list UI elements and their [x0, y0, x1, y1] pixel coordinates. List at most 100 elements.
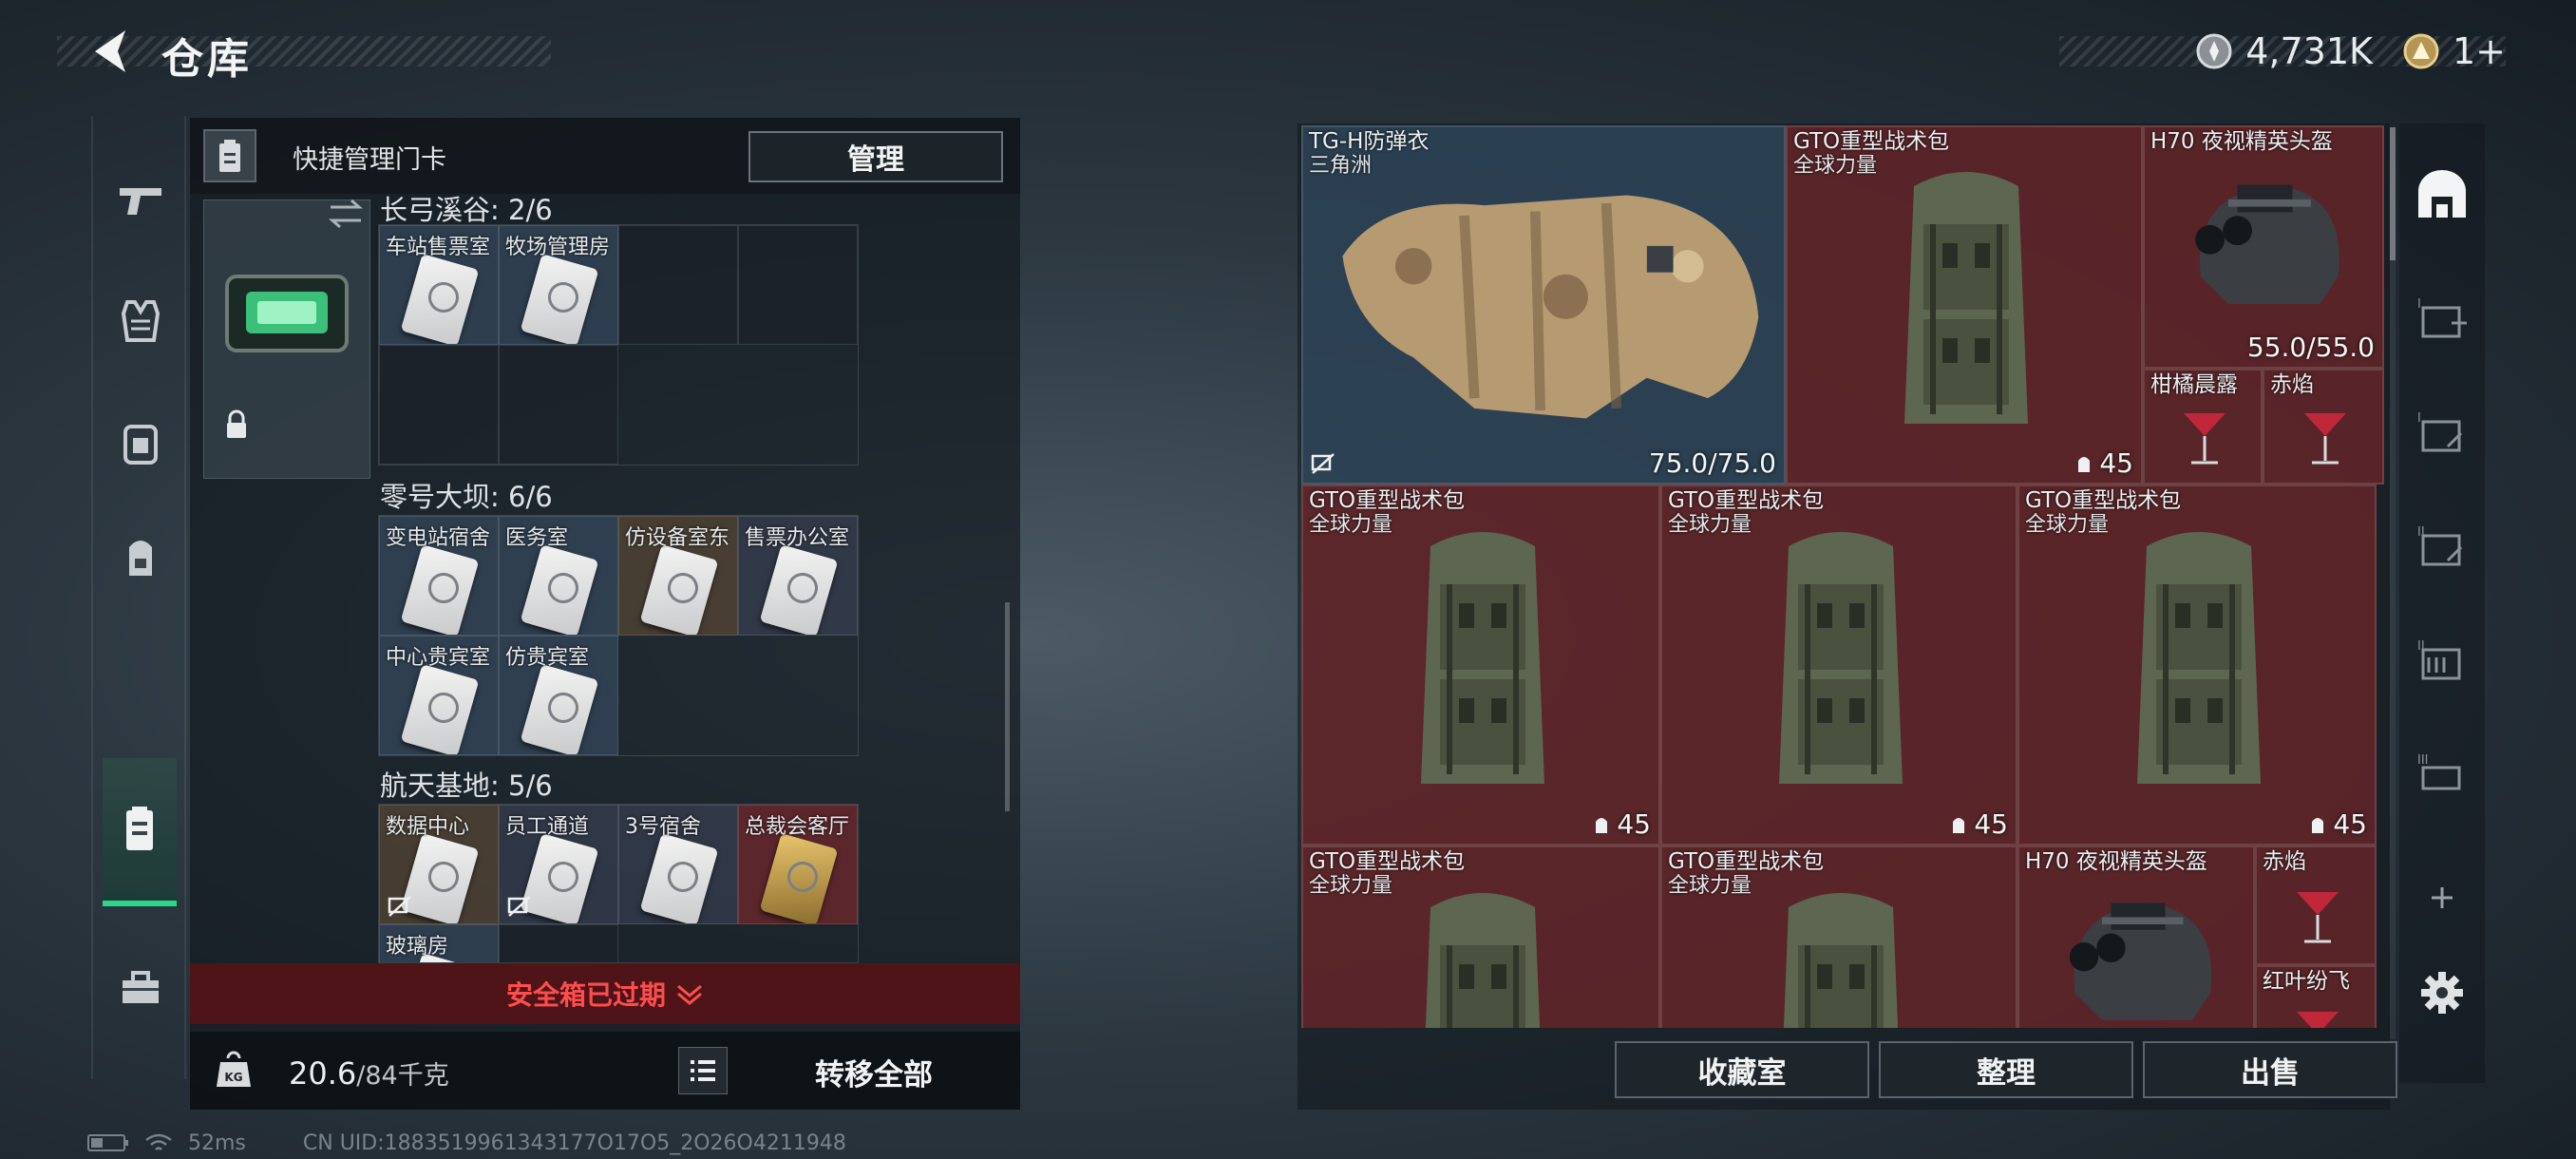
carry-weight: 20.6/84千克 — [289, 1054, 449, 1092]
item-faction: 全球力量 — [1793, 154, 1878, 178]
keycard-slot[interactable]: 医务室 — [499, 516, 618, 636]
capacity-icon — [1953, 817, 1965, 833]
keycard-image — [520, 664, 599, 754]
keycard-slot[interactable]: 仿贵宾室 — [499, 636, 618, 755]
empty-keycard-slot[interactable] — [738, 225, 858, 345]
stash-item-backpack[interactable]: GTO重型战术包 全球力量 — [1301, 846, 1660, 1028]
item-name: TG-H防弹衣 — [1309, 129, 1430, 154]
stash-item-helmet[interactable]: H70 夜视精英头盔 — [2017, 846, 2255, 1028]
night-vision-helmet-image — [2069, 902, 2212, 1020]
stash-tab-3[interactable]: II — [2409, 513, 2475, 580]
stash-item-backpack[interactable]: GTO重型战术包 全球力量 45 — [1786, 125, 2143, 484]
keycard-label: 数据中心 — [386, 815, 470, 839]
nav-keycards[interactable] — [103, 758, 177, 906]
item-name: GTO重型战术包 — [1309, 849, 1466, 874]
stash-scrollbar[interactable] — [2390, 127, 2396, 1039]
keycard-image — [759, 544, 839, 635]
item-capacity-value: 45 — [2099, 447, 2133, 479]
stash-item-cocktail[interactable]: 赤焰 — [2255, 846, 2377, 965]
stash-scroll-thumb[interactable] — [2390, 127, 2396, 260]
panel-scrollbar[interactable] — [1005, 602, 1010, 811]
svg-text:III: III — [2417, 753, 2429, 768]
keycard-slot[interactable]: 3号宿舍 — [618, 805, 738, 924]
storage-icon: II — [2417, 525, 2463, 566]
keycard-slot[interactable]: 车站售票室 — [379, 225, 499, 345]
storage-icon: I — [2417, 411, 2463, 452]
stash-tab-2[interactable]: I — [2409, 399, 2475, 466]
collection-room-button[interactable]: 收藏室 — [1615, 1041, 1869, 1098]
item-faction: 全球力量 — [1668, 513, 1752, 537]
keycard-slot[interactable]: 变电站宿舍 — [379, 516, 499, 636]
keycard-slot[interactable]: 中心贵宾室 — [379, 636, 499, 755]
list-view-button[interactable] — [678, 1047, 728, 1094]
sell-button[interactable]: 出售 — [2143, 1041, 2397, 1098]
nav-weapons[interactable] — [99, 160, 182, 243]
keycard-slot[interactable]: 数据中心 — [379, 805, 499, 924]
tactical-backpack-image — [1425, 893, 1541, 1028]
unlink-icon — [1311, 453, 1335, 474]
keycard-slot[interactable]: 仿设备室东 — [618, 516, 738, 636]
toolbox-icon — [123, 971, 159, 1003]
item-capacity-value: 45 — [1974, 808, 2008, 840]
stash-item-backpack[interactable]: GTO重型战术包 全球力量 45 — [2017, 484, 2377, 846]
nav-armor[interactable] — [99, 279, 182, 363]
sort-button[interactable]: 整理 — [1879, 1041, 2133, 1098]
item-durability: 55.0/55.0 — [2246, 332, 2375, 363]
stash-panel: TG-H防弹衣 三角洲 75.0/75.0 GTO重型战术包 全球力量 45 H70 夜视精… — [1297, 124, 2397, 1110]
empty-keycard-slot[interactable] — [499, 345, 618, 465]
keycard-label: 牧场管理房 — [505, 236, 611, 259]
arch-icon — [2418, 170, 2466, 218]
manage-button[interactable]: 管理 — [748, 131, 1003, 182]
keycard-label: 玻璃房 — [386, 935, 449, 959]
swap-icon[interactable] — [327, 198, 365, 230]
carry-weight-value: 20.6 — [289, 1055, 357, 1092]
stash-item-helmet[interactable]: H70 夜视精英头盔 55.0/55.0 — [2143, 125, 2384, 369]
stash-item-cocktail[interactable]: 柑橘晨露 — [2143, 369, 2263, 484]
lock-icon — [227, 409, 246, 438]
region-title-valley: 长弓溪谷: 2/6 — [380, 194, 553, 226]
add-stash-tab-button[interactable] — [2409, 864, 2475, 931]
stash-item-backpack[interactable]: GTO重型战术包 全球力量 45 — [1660, 484, 2017, 846]
weight-icon: KG — [217, 1051, 251, 1087]
carry-weight-max: /84千克 — [356, 1061, 449, 1091]
unlink-icon — [507, 896, 531, 917]
item-name: 赤焰 — [2263, 849, 2306, 874]
keycard-slot[interactable]: 总裁会客厅 — [738, 805, 858, 924]
keycard-slot[interactable]: 牧场管理房 — [499, 225, 618, 345]
empty-keycard-slot[interactable] — [379, 345, 499, 465]
keycard-slot[interactable]: 玻璃房 — [379, 924, 499, 962]
cocktail-image — [2184, 413, 2226, 465]
keycard-slot[interactable]: 售票办公室 — [738, 516, 858, 636]
safe-box-expired-banner[interactable]: 安全箱已过期 — [190, 963, 1020, 1024]
stash-item-cocktail[interactable]: 赤焰 — [2263, 369, 2384, 484]
keycard-case-slot[interactable] — [203, 200, 370, 479]
item-name: GTO重型战术包 — [2025, 488, 2182, 513]
keycard-slot[interactable]: 员工通道 — [499, 805, 618, 924]
stash-item-vest[interactable]: TG-H防弹衣 三角洲 75.0/75.0 — [1301, 125, 1786, 484]
currency-display[interactable]: 4,731K 1+ — [2196, 27, 2506, 76]
nav-tools[interactable] — [99, 946, 182, 1030]
item-name: GTO重型战术包 — [1668, 849, 1825, 874]
stash-item-backpack[interactable]: GTO重型战术包 全球力量 — [1660, 846, 2017, 1028]
stash-tab-1[interactable]: I — [2409, 285, 2475, 352]
keycard-grid-valley: 车站售票室 牧场管理房 — [378, 224, 859, 466]
empty-keycard-slot[interactable] — [499, 924, 618, 962]
back-button[interactable] — [87, 27, 137, 76]
body-armor-image — [1342, 195, 1759, 419]
keycard-image — [639, 833, 719, 923]
stash-home-tab[interactable] — [2409, 162, 2475, 228]
stash-tab-5[interactable]: III — [2409, 741, 2475, 808]
stash-tab-4[interactable]: II — [2409, 627, 2475, 694]
stash-item-backpack[interactable]: GTO重型战术包 全球力量 45 — [1301, 484, 1660, 846]
nav-backpacks[interactable] — [99, 401, 182, 484]
item-capacity: 45 — [2074, 447, 2133, 479]
settings-button[interactable] — [2409, 960, 2475, 1026]
item-faction: 全球力量 — [1668, 874, 1752, 898]
item-name: GTO重型战术包 — [1793, 129, 1950, 154]
tactical-backpack-image — [1783, 893, 1899, 1028]
cocktail-image — [2297, 1012, 2339, 1028]
transfer-all-button[interactable]: 转移全部 — [760, 1045, 988, 1098]
nav-bags[interactable] — [99, 515, 182, 598]
empty-keycard-slot[interactable] — [618, 225, 738, 345]
stash-item-cocktail[interactable]: 红叶纷飞 — [2255, 965, 2377, 1028]
